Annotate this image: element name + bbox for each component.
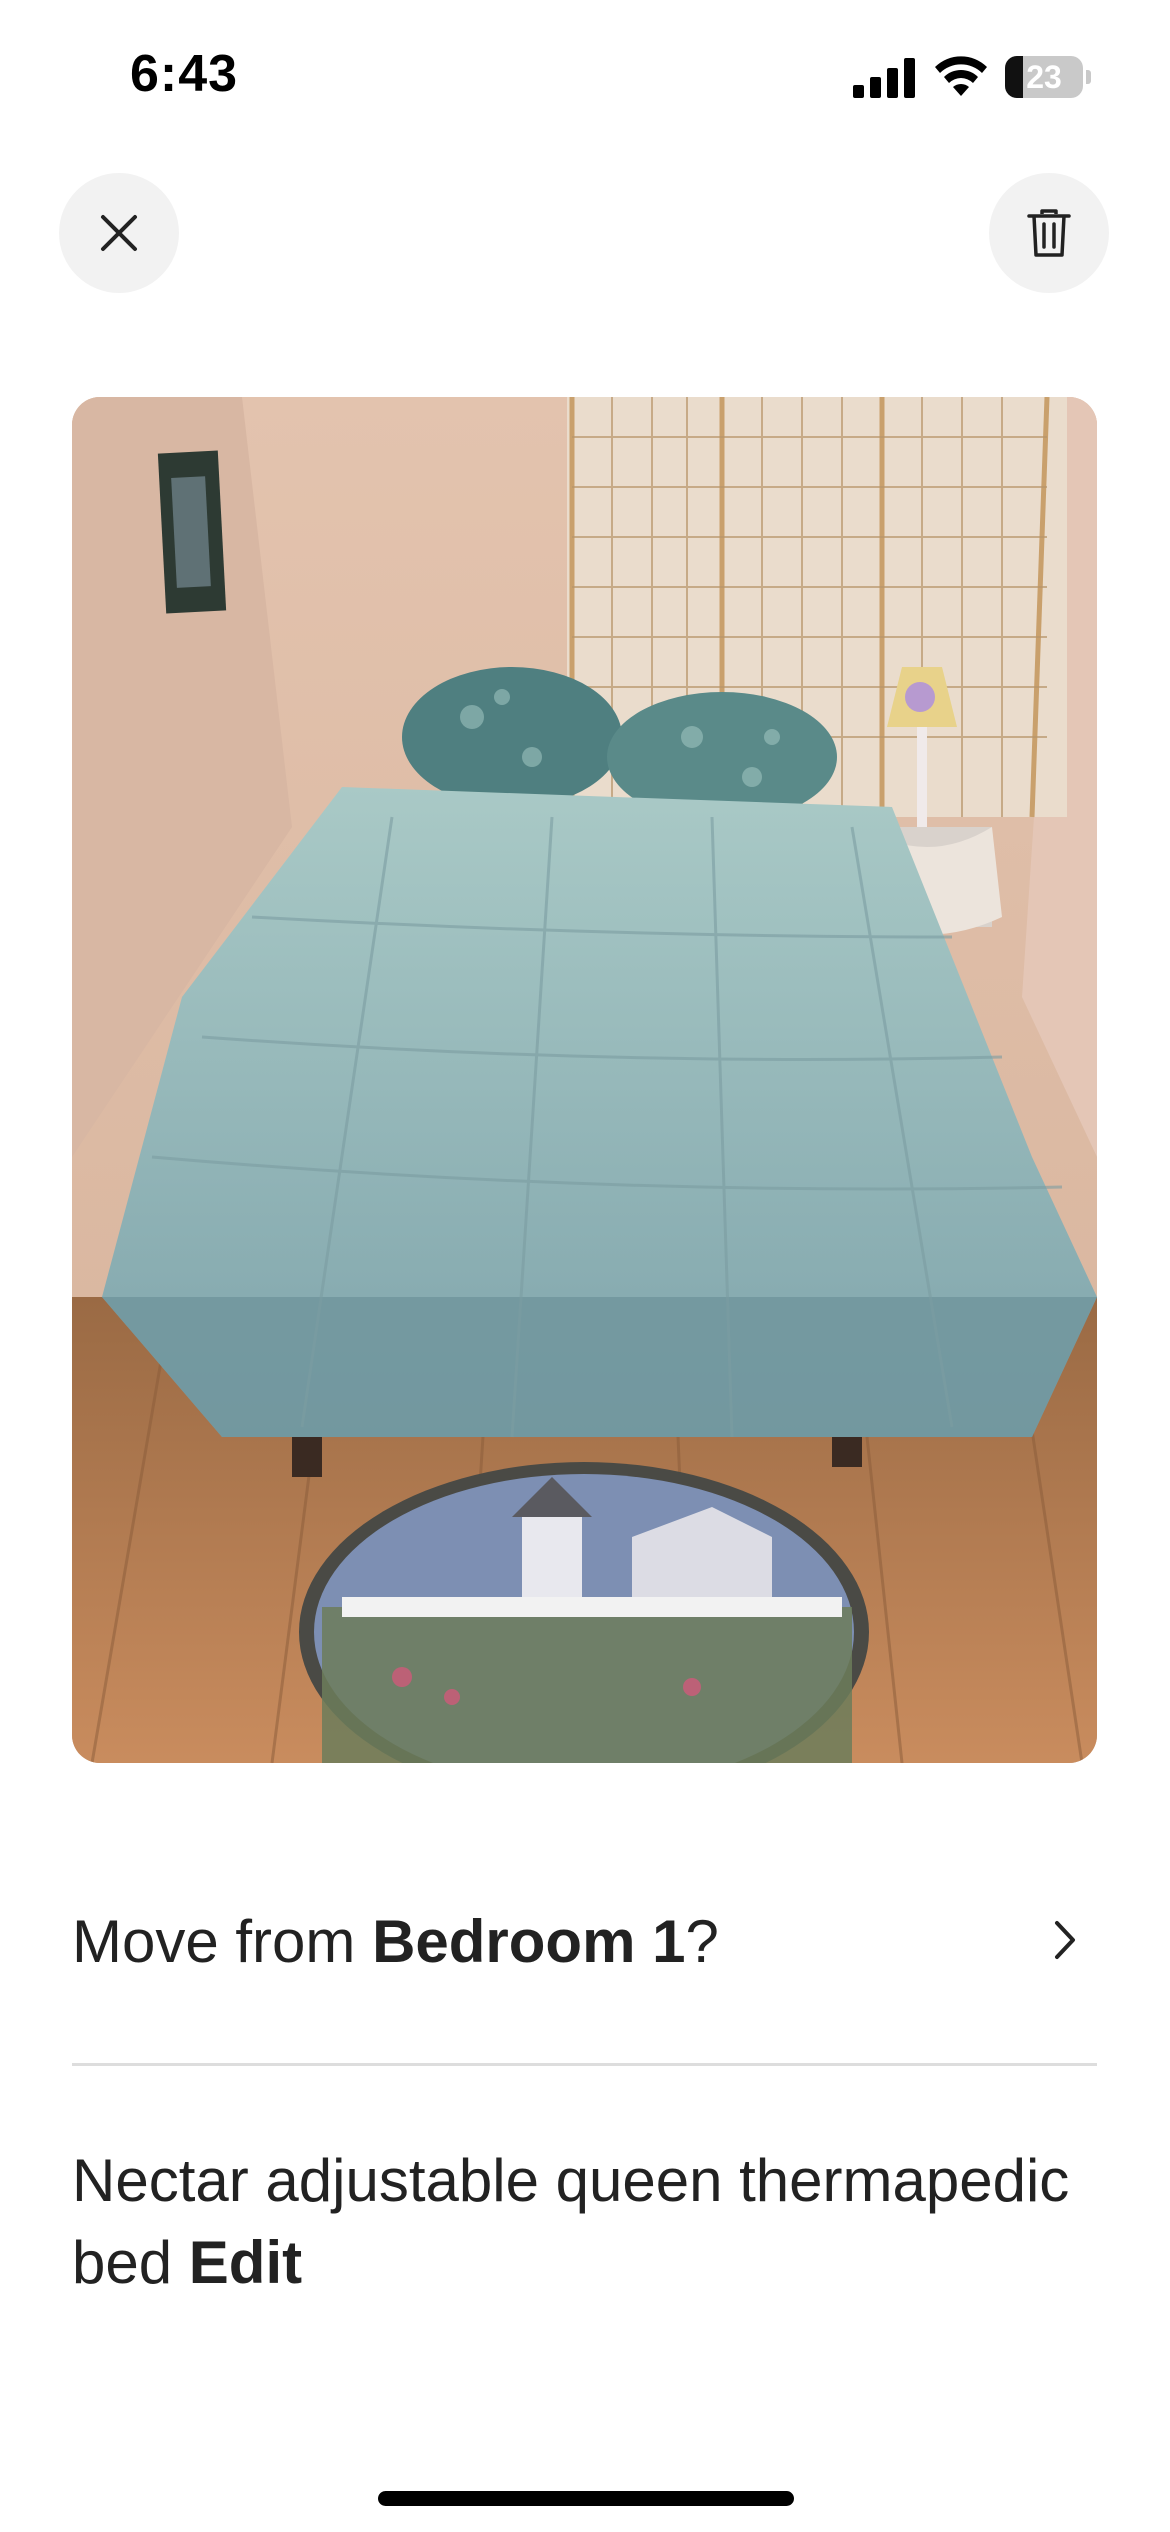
status-bar: 6:43 23 bbox=[0, 0, 1170, 150]
photo-description: Nectar adjustable queen thermapedic bed … bbox=[72, 2140, 1072, 2304]
battery-tip bbox=[1086, 70, 1091, 84]
wifi-icon bbox=[935, 56, 987, 96]
move-room-name: Bedroom 1 bbox=[372, 1908, 686, 1975]
move-from-room-label: Move from Bedroom 1? bbox=[72, 1907, 719, 1976]
cellular-signal-icon bbox=[853, 58, 915, 98]
photo-detail-screen: 6:43 23 Move from Bedroom 1? Nectar adju… bbox=[0, 0, 1170, 2532]
close-icon bbox=[101, 215, 137, 251]
divider bbox=[72, 2063, 1097, 2066]
bed-photo bbox=[72, 397, 1097, 1763]
chevron-right-icon bbox=[1055, 1921, 1075, 1959]
bed-photo-image bbox=[72, 397, 1097, 1763]
battery-level: 23 bbox=[1026, 59, 1062, 95]
battery-icon: 23 bbox=[1005, 56, 1091, 98]
close-button[interactable] bbox=[59, 173, 179, 293]
move-suffix: ? bbox=[685, 1908, 719, 1975]
battery-body: 23 bbox=[1005, 56, 1083, 98]
edit-description-link[interactable]: Edit bbox=[189, 2229, 302, 2296]
status-time: 6:43 bbox=[130, 45, 239, 103]
delete-button[interactable] bbox=[989, 173, 1109, 293]
move-from-room-row[interactable]: Move from Bedroom 1? bbox=[72, 1893, 1097, 2003]
trash-icon bbox=[1027, 209, 1071, 257]
home-indicator[interactable] bbox=[378, 2491, 794, 2506]
move-prefix: Move from bbox=[72, 1908, 373, 1975]
